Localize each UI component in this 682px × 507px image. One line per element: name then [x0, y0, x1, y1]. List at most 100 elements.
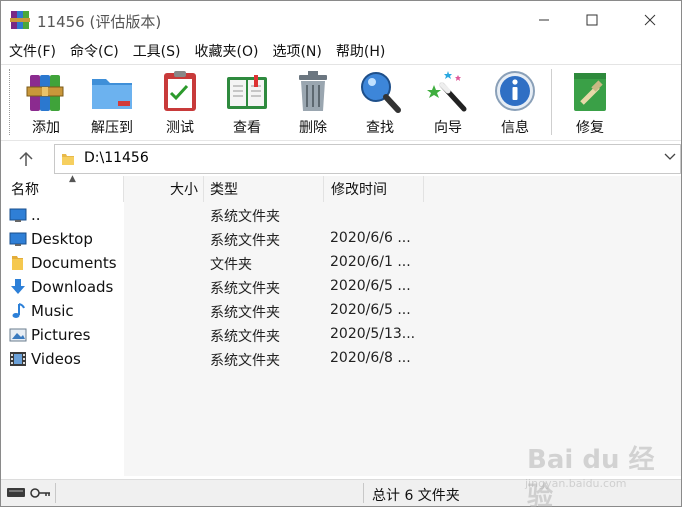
file-type: 系统文件夹: [210, 209, 280, 225]
file-type: 系统文件夹: [210, 353, 280, 369]
view-label: 查看: [233, 120, 261, 136]
folder-extract-icon: [92, 79, 132, 109]
find-button[interactable]: 查找: [348, 69, 412, 137]
header-divider[interactable]: [203, 176, 204, 202]
open-book-icon: [227, 75, 267, 109]
status-divider: [363, 483, 364, 503]
repair-button[interactable]: 修复: [558, 69, 622, 137]
column-header-type[interactable]: 类型: [210, 176, 322, 202]
file-modified: 2020/6/5 ...: [330, 302, 411, 318]
column-type-label: 类型: [210, 182, 238, 198]
address-combobox[interactable]: D:\11456: [54, 144, 681, 174]
address-row: D:\11456: [1, 140, 681, 176]
menu-favorites[interactable]: 收藏夹(O): [195, 41, 259, 61]
info-button[interactable]: 信息: [483, 69, 547, 137]
toolbar-separator: [551, 69, 552, 135]
file-row-pictures[interactable]: Pictures 系统文件夹 2020/5/13...: [2, 323, 681, 347]
menu-help[interactable]: 帮助(H): [336, 41, 385, 61]
menu-file[interactable]: 文件(F): [9, 41, 56, 61]
file-row-documents[interactable]: Documents 文件夹 2020/6/1 ...: [2, 251, 681, 275]
status-summary: 总计 6 文件夹: [372, 488, 460, 504]
maximize-icon: [586, 14, 598, 26]
file-row-music[interactable]: Music 系统文件夹 2020/6/5 ...: [2, 299, 681, 323]
file-row-downloads[interactable]: Downloads 系统文件夹 2020/6/5 ...: [2, 275, 681, 299]
file-row-parent[interactable]: .. 系统文件夹: [2, 203, 681, 227]
column-header-size[interactable]: 大小: [124, 176, 202, 202]
wizard-label: 向导: [434, 120, 462, 136]
magnifier-icon: [361, 72, 401, 113]
toolbar: 添加 解压到 测试 查看 删除 查找 向导 信息 修复: [1, 64, 681, 139]
file-name: Downloads: [31, 278, 114, 296]
menu-commands[interactable]: 命令(C): [70, 41, 119, 61]
wizard-button[interactable]: 向导: [416, 69, 480, 137]
music-note-icon: [12, 303, 25, 318]
file-modified: 2020/6/5 ...: [330, 278, 411, 294]
info-label: 信息: [501, 120, 529, 136]
status-divider: [55, 483, 56, 503]
close-icon: [644, 14, 656, 26]
file-row-desktop[interactable]: Desktop 系统文件夹 2020/6/6 ...: [2, 227, 681, 251]
column-header-name[interactable]: 名称 ▲: [11, 174, 121, 202]
baidu-watermark: Bai du 经验 jingyan.baidu.com: [521, 439, 671, 507]
view-button[interactable]: 查看: [215, 69, 279, 137]
minimize-icon: [539, 19, 549, 21]
file-row-videos[interactable]: Videos 系统文件夹 2020/6/8 ...: [2, 347, 681, 371]
window-title: 11456 (评估版本): [37, 13, 162, 31]
picture-icon: [9, 328, 27, 342]
repair-box-icon: [574, 73, 606, 111]
delete-label: 删除: [299, 120, 327, 136]
download-icon: [11, 279, 25, 294]
delete-button[interactable]: 删除: [281, 69, 345, 137]
extract-label: 解压到: [91, 120, 133, 136]
menu-tools[interactable]: 工具(S): [133, 41, 181, 61]
minimize-button[interactable]: [521, 1, 567, 39]
menu-bar: 文件(F) 命令(C) 工具(S) 收藏夹(O) 选项(N) 帮助(H): [1, 39, 681, 63]
app-window: 11456 (评估版本) 文件(F) 命令(C) 工具(S) 收藏夹(O) 选项…: [0, 0, 682, 507]
archive-books-icon: [26, 75, 64, 111]
add-button[interactable]: 添加: [14, 69, 78, 137]
extract-button[interactable]: 解压到: [80, 69, 144, 137]
find-label: 查找: [366, 120, 394, 136]
watermark-url: jingyan.baidu.com: [525, 477, 627, 490]
test-label: 测试: [166, 120, 194, 136]
file-type: 系统文件夹: [210, 281, 280, 297]
file-type: 系统文件夹: [210, 329, 280, 345]
column-name-label: 名称: [11, 182, 39, 198]
file-name: Documents: [31, 254, 117, 272]
file-type: 系统文件夹: [210, 305, 280, 321]
title-bar: 11456 (评估版本): [1, 1, 681, 39]
info-icon: [495, 71, 535, 111]
folder-icon: [12, 256, 23, 270]
clipboard-check-icon: [164, 71, 196, 111]
watermark-brand: Bai du 经验: [527, 445, 655, 507]
file-name: Videos: [31, 350, 81, 368]
header-divider[interactable]: [423, 176, 424, 202]
test-button[interactable]: 测试: [148, 69, 212, 137]
toolbar-grip: [9, 69, 12, 135]
up-folder-button[interactable]: [11, 147, 41, 171]
file-modified: 2020/5/13...: [330, 326, 416, 342]
repair-label: 修复: [576, 120, 604, 136]
trash-can-icon: [299, 71, 327, 111]
file-name: Music: [31, 302, 74, 320]
file-modified: 2020/6/6 ...: [330, 230, 411, 246]
film-icon: [10, 352, 26, 366]
file-list: 名称 ▲ 大小 类型 修改时间 .. 系统文件夹 Desktop 系统文件夹 2…: [2, 174, 681, 476]
maximize-button[interactable]: [569, 1, 615, 39]
file-modified: 2020/6/1 ...: [330, 254, 411, 270]
magic-wand-icon: [427, 71, 467, 112]
desktop-icon: [9, 232, 27, 246]
header-divider[interactable]: [323, 176, 324, 202]
file-name: Pictures: [31, 326, 91, 344]
file-name: Desktop: [31, 230, 93, 248]
address-path: D:\11456: [84, 150, 149, 166]
monitor-icon: [9, 208, 27, 222]
drive-key-icon[interactable]: [5, 485, 53, 501]
close-button[interactable]: [627, 1, 673, 39]
column-modified-label: 修改时间: [331, 182, 387, 198]
column-header-modified[interactable]: 修改时间: [331, 176, 423, 202]
chevron-down-icon[interactable]: [664, 150, 676, 164]
menu-options[interactable]: 选项(N): [272, 41, 321, 61]
file-modified: 2020/6/8 ...: [330, 350, 411, 366]
winrar-app-icon: [10, 11, 30, 29]
